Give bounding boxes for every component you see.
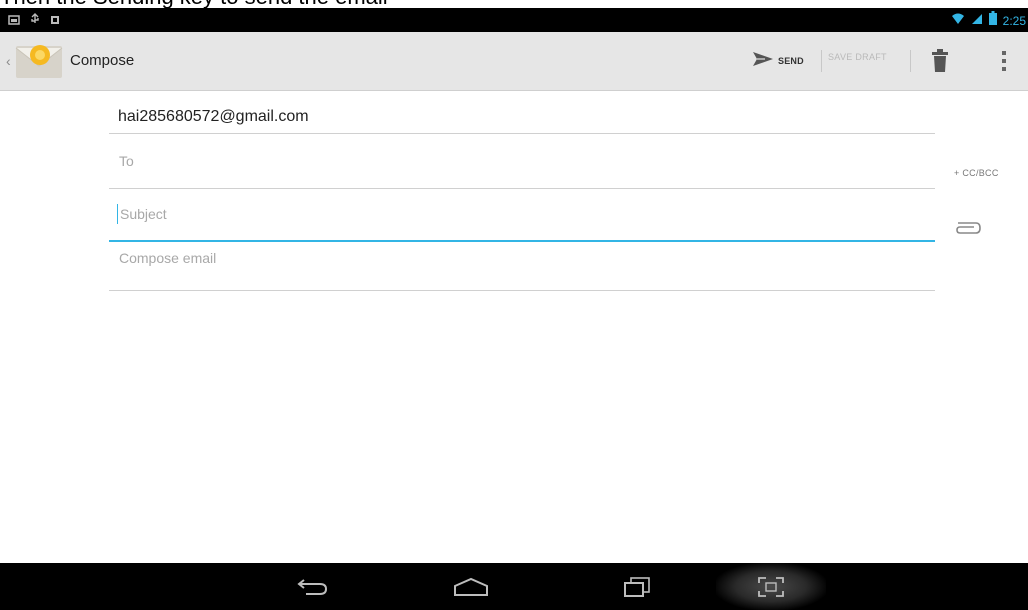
- body-placeholder: Compose email: [119, 250, 217, 266]
- notification-icon: [50, 12, 60, 30]
- page-title: Compose: [70, 52, 135, 69]
- trash-icon[interactable]: [930, 48, 950, 74]
- cc-bcc-button[interactable]: + CC/BCC: [954, 168, 999, 178]
- navigation-bar: [0, 563, 1028, 610]
- send-icon: [752, 51, 774, 72]
- save-draft-button[interactable]: SAVE DRAFT: [828, 52, 887, 62]
- divider: [910, 50, 911, 72]
- send-label: SEND: [778, 56, 804, 66]
- from-address: hai285680572@gmail.com: [118, 108, 309, 125]
- text-cursor: [117, 204, 118, 224]
- email-app-icon[interactable]: [14, 40, 64, 82]
- divider: [821, 50, 822, 72]
- recent-apps-icon[interactable]: [622, 576, 652, 598]
- body-field[interactable]: Compose email: [109, 244, 935, 291]
- status-bar: 2:25: [0, 8, 1028, 32]
- action-bar: ‹ Compose SEND SAVE DRAFT: [0, 32, 1028, 91]
- subject-placeholder: Subject: [120, 206, 167, 222]
- up-caret-icon[interactable]: ‹: [6, 53, 11, 69]
- from-field[interactable]: hai285680572@gmail.com: [109, 100, 935, 134]
- screenshot-capture-icon[interactable]: [716, 563, 826, 610]
- caption-text: Then the Sending key to send the email: [0, 0, 1028, 8]
- screenshot-icon: [8, 12, 20, 30]
- to-placeholder: To: [119, 153, 134, 169]
- to-field[interactable]: To: [109, 145, 935, 189]
- send-button[interactable]: SEND: [752, 47, 804, 75]
- attachment-icon[interactable]: [954, 220, 982, 236]
- battery-icon: [988, 11, 997, 30]
- wifi-icon: [951, 12, 965, 30]
- signal-icon: [971, 12, 983, 30]
- usb-icon: [30, 12, 40, 30]
- back-icon[interactable]: [296, 576, 330, 598]
- home-icon[interactable]: [452, 577, 490, 597]
- subject-field[interactable]: Subject: [109, 200, 935, 242]
- status-time: 2:25: [1002, 13, 1026, 28]
- overflow-menu-icon[interactable]: [998, 48, 1010, 74]
